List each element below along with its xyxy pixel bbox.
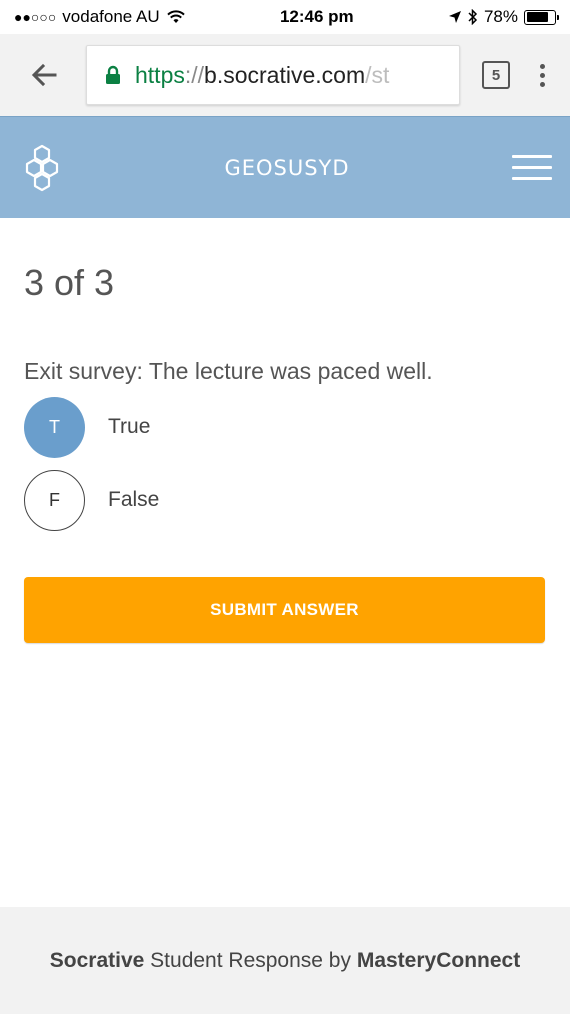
signal-strength-icon: ●●○○○ bbox=[14, 9, 57, 25]
url-scheme: https bbox=[135, 61, 185, 88]
browser-toolbar: https://b.socrative.com/st 5 bbox=[0, 34, 570, 116]
lock-icon bbox=[106, 65, 120, 84]
wifi-icon bbox=[166, 10, 185, 23]
room-name: GEOSUSYD bbox=[224, 155, 350, 180]
answer-label: False bbox=[108, 488, 160, 511]
url-text: https://b.socrative.com/st bbox=[135, 62, 389, 89]
answer-option-false[interactable]: F False bbox=[24, 469, 546, 531]
menu-dot bbox=[539, 72, 545, 78]
url-bar[interactable]: https://b.socrative.com/st bbox=[86, 45, 460, 105]
status-right: 78% bbox=[448, 7, 559, 27]
url-host: b.socrative.com bbox=[204, 61, 366, 88]
question-text: Exit survey: The lecture was paced well. bbox=[24, 358, 433, 384]
url-separator: :// bbox=[184, 61, 205, 88]
battery-level bbox=[526, 12, 548, 22]
answer-list: T True F False bbox=[24, 396, 546, 531]
footer-text: Socrative Student Response by MasteryCon… bbox=[50, 949, 520, 973]
hamburger-menu-icon[interactable] bbox=[511, 155, 552, 180]
answer-letter-badge[interactable]: F bbox=[24, 469, 85, 531]
battery-icon bbox=[524, 9, 559, 25]
footer: Socrative Student Response by MasteryCon… bbox=[0, 907, 570, 1014]
location-arrow-icon bbox=[448, 11, 461, 23]
footer-company[interactable]: MasteryConnect bbox=[357, 949, 520, 972]
hamburger-line bbox=[511, 166, 552, 169]
carrier-name: vodafone AU bbox=[62, 7, 160, 26]
tab-switcher-button[interactable]: 5 bbox=[482, 61, 510, 89]
hamburger-line bbox=[511, 155, 552, 158]
status-bar: ●●○○○ vodafone AU 12:46 pm 78% bbox=[0, 0, 570, 34]
answer-label: True bbox=[108, 415, 151, 438]
quiz-content: 3 of 3 Exit survey: The lecture was pace… bbox=[0, 262, 570, 643]
browser-menu-button[interactable] bbox=[532, 63, 552, 87]
status-left: ●●○○○ vodafone AU bbox=[14, 7, 186, 27]
hamburger-line bbox=[511, 177, 552, 180]
submit-answer-button[interactable]: SUBMIT ANSWER bbox=[24, 577, 545, 643]
status-time: 12:46 pm bbox=[279, 7, 354, 26]
answer-letter-badge[interactable]: T bbox=[24, 396, 85, 458]
menu-dot bbox=[539, 63, 545, 69]
footer-middle: Student Response by bbox=[144, 948, 357, 972]
tab-count: 5 bbox=[491, 66, 501, 84]
answer-option-true[interactable]: T True bbox=[24, 396, 546, 458]
app-header: GEOSUSYD bbox=[0, 116, 570, 218]
back-button[interactable] bbox=[24, 55, 64, 95]
footer-brand: Socrative bbox=[49, 948, 145, 972]
bluetooth-icon bbox=[468, 9, 478, 25]
arrow-left-icon bbox=[31, 63, 57, 87]
menu-dot bbox=[539, 81, 545, 87]
question-progress: 3 of 3 bbox=[24, 262, 115, 303]
battery-percent: 78% bbox=[483, 7, 518, 26]
socrative-logo-icon[interactable] bbox=[22, 144, 62, 192]
url-path: /st bbox=[365, 61, 390, 88]
